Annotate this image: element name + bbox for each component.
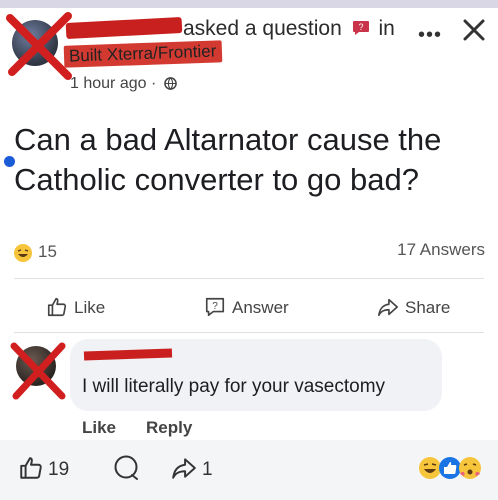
post-screenshot: asked a question ? in Built Xterra/Front… [0,0,498,500]
reaction-count[interactable]: 15 [38,242,57,262]
share-arrow-icon [378,298,398,317]
redaction-x-mark [8,340,68,402]
close-icon[interactable] [458,14,490,46]
more-options-icon[interactable]: ••• [418,24,442,47]
like-count: 19 [48,459,70,480]
question-text: Can a bad Altarnator cause the Catholic … [14,122,442,197]
share-arrow-icon [172,458,196,479]
divider [14,332,484,333]
asked-label: asked a question [183,17,342,40]
question-icon: ? [352,18,370,35]
bottom-like-button[interactable]: 19 [18,455,69,481]
thumbs-up-icon [47,297,67,317]
in-label: in [378,17,395,40]
divider [14,278,484,279]
share-label: Share [405,298,451,317]
like-button[interactable]: Like [46,296,105,318]
post-timestamp[interactable]: 1 hour ago · [70,75,177,93]
thumbs-up-icon [20,457,42,479]
share-count: 1 [202,459,213,480]
answer-button[interactable]: ? Answer [204,296,289,318]
svg-text:?: ? [358,22,363,32]
group-name-link[interactable]: Built Xterra/Frontier [63,40,223,68]
time-label: 1 hour ago · [70,75,157,92]
answers-count[interactable]: 17 Answers [397,240,485,260]
author-name-redaction [65,16,183,40]
haha-reaction-icon [13,243,33,263]
reaction-emojis-icon[interactable] [416,454,484,482]
comment-like-button[interactable]: Like [82,418,116,438]
comment-reply-button[interactable]: Reply [146,418,192,438]
share-button[interactable]: Share [377,296,450,318]
header-strip [0,0,498,8]
bottom-share-button[interactable]: 1 [170,455,213,481]
comment-icon[interactable] [112,454,140,482]
answer-bubble-icon: ? [205,297,225,317]
svg-text:?: ? [212,301,218,312]
asked-question-line: asked a question ? in [183,17,395,41]
answer-label: Answer [232,298,289,317]
comment-text: I will literally pay for your vasectomy [82,376,386,397]
like-label: Like [74,298,106,317]
globe-icon [163,77,177,90]
